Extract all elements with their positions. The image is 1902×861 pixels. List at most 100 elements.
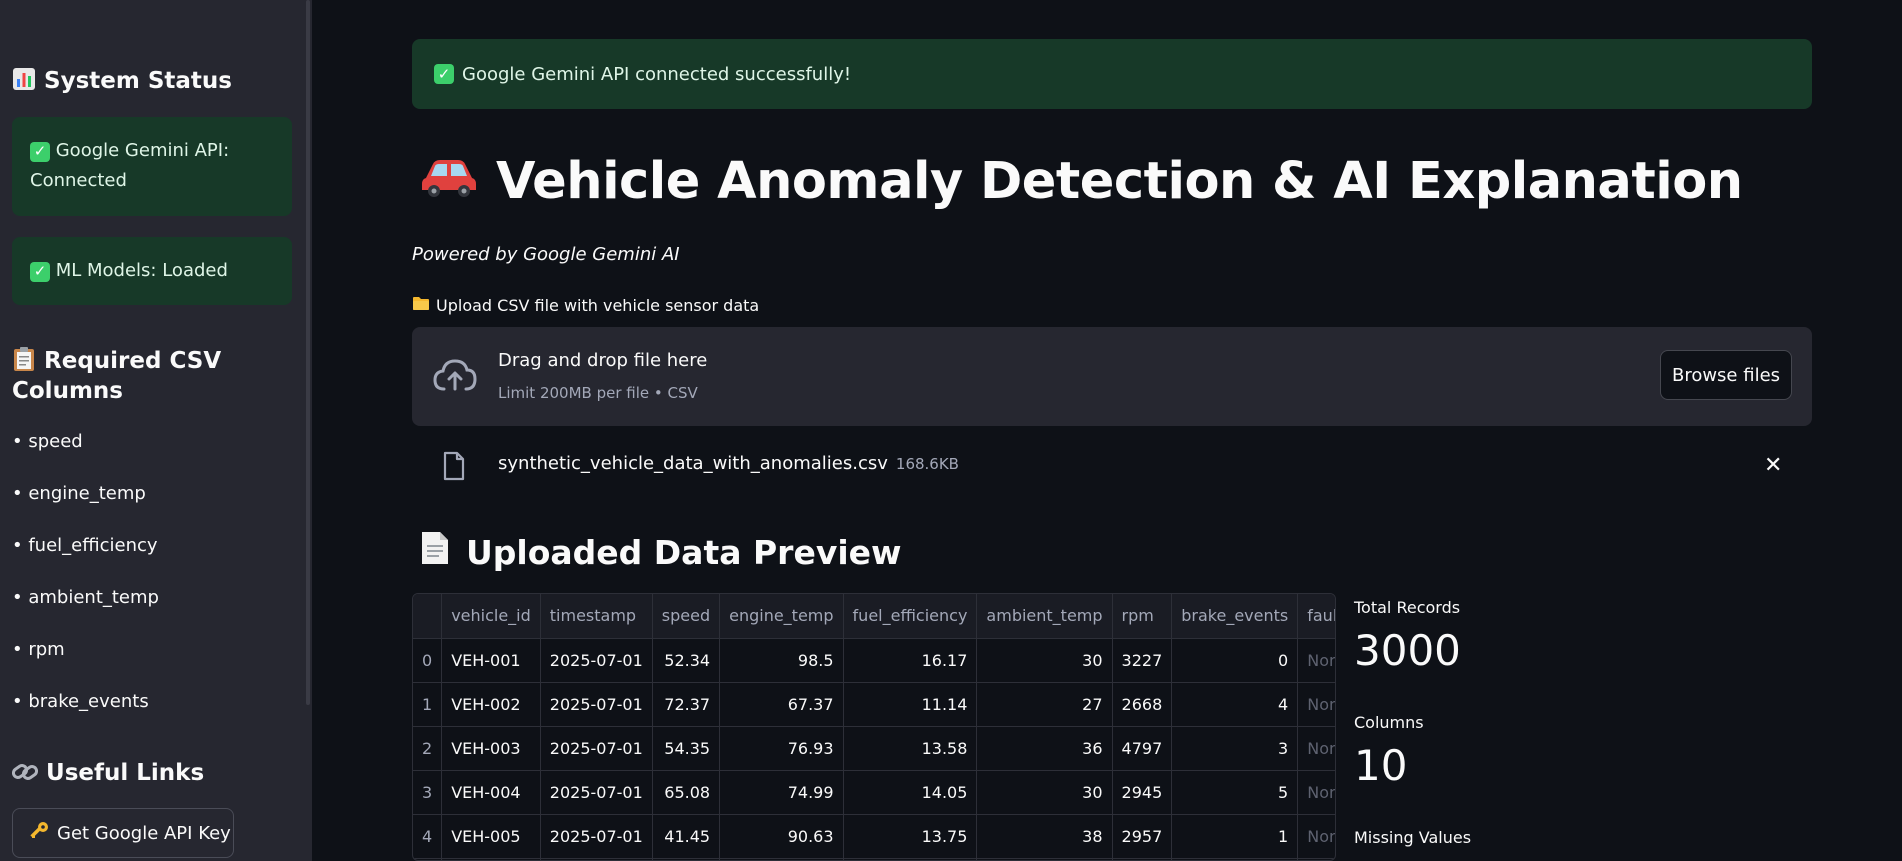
table-cell[interactable]: 2025-07-01 (540, 682, 653, 727)
cloud-upload-icon (432, 357, 478, 397)
table-cell[interactable]: 3 (1171, 726, 1299, 771)
row-index: 0 (413, 638, 443, 683)
table-cell[interactable]: 65.08 (652, 770, 721, 815)
table-cell[interactable]: 1 (1171, 814, 1299, 859)
row-index: 2 (413, 726, 443, 771)
check-icon: ✓ (434, 64, 454, 84)
table-cell[interactable]: 38 (976, 814, 1113, 859)
table-cell[interactable]: 2668 (1112, 682, 1173, 727)
table-cell[interactable]: 41.45 (652, 814, 721, 859)
upload-label-text: Upload CSV file with vehicle sensor data (436, 296, 760, 315)
metric-columns-label: Columns (1354, 713, 1424, 732)
close-icon[interactable]: ✕ (1764, 453, 1782, 478)
folder-icon (412, 296, 430, 315)
table-cell[interactable]: 98.5 (719, 638, 844, 683)
table-cell[interactable]: 0 (1171, 638, 1299, 683)
table-cell[interactable]: 52.34 (652, 638, 721, 683)
column-item: • rpm (12, 639, 65, 660)
table-row[interactable]: 3 VEH-004 2025-07-01 65.08 74.99 14.05 3… (413, 770, 1335, 815)
required-columns-title: Required CSV Columns (12, 348, 222, 404)
table-cell[interactable]: None (1297, 682, 1335, 727)
table-cell[interactable]: 13.75 (843, 814, 978, 859)
file-dropzone[interactable]: Drag and drop file here Limit 200MB per … (412, 327, 1812, 426)
file-size: 168.6KB (895, 455, 959, 473)
column-header[interactable]: brake_events (1171, 594, 1299, 639)
success-message: Google Gemini API connected successfully… (462, 63, 852, 85)
check-icon: ✓ (30, 261, 50, 282)
page-title-text: Vehicle Anomaly Detection & AI Explanati… (496, 152, 1743, 211)
upload-label: Upload CSV file with vehicle sensor data (412, 296, 759, 315)
column-item: • speed (12, 431, 83, 452)
table-row[interactable]: 2 VEH-003 2025-07-01 54.35 76.93 13.58 3… (413, 726, 1335, 771)
table-cell[interactable]: VEH-001 (441, 638, 541, 683)
page-subtitle: Powered by Google Gemini AI (412, 244, 680, 265)
get-api-key-label: Get Google API Key (57, 822, 231, 844)
table-header-row: vehicle_id timestamp speed engine_temp f… (413, 594, 1335, 639)
column-header[interactable] (413, 594, 443, 639)
table-cell[interactable]: None (1297, 770, 1335, 815)
column-header[interactable]: ambient_temp (976, 594, 1113, 639)
metric-missing-values-label: Missing Values (1354, 828, 1472, 847)
ml-models-label: ML Models: Loaded (55, 260, 228, 281)
table-cell[interactable]: 76.93 (719, 726, 844, 771)
table-cell[interactable]: 27 (976, 682, 1113, 727)
table-cell[interactable]: 30 (976, 770, 1113, 815)
table-cell[interactable]: 74.99 (719, 770, 844, 815)
table-cell[interactable]: 36 (976, 726, 1113, 771)
metric-columns-value: 10 (1354, 741, 1408, 790)
table-cell[interactable]: 13.58 (843, 726, 978, 771)
column-header[interactable]: engine_temp (719, 594, 844, 639)
table-cell[interactable]: 4797 (1112, 726, 1173, 771)
table-cell[interactable]: 2945 (1112, 770, 1173, 815)
table-row[interactable]: 1 VEH-002 2025-07-01 72.37 67.37 11.14 2… (413, 682, 1335, 727)
key-icon (29, 821, 49, 846)
ml-models-alert: ✓ ML Models: Loaded (12, 237, 292, 305)
column-header[interactable]: timestamp (540, 594, 653, 639)
preview-title: Uploaded Data Preview (466, 532, 902, 572)
column-header[interactable]: speed (652, 594, 721, 639)
table-cell[interactable]: 30 (976, 638, 1113, 683)
table-row[interactable]: 4 VEH-005 2025-07-01 41.45 90.63 13.75 3… (413, 814, 1335, 859)
bar-chart-icon (12, 66, 36, 96)
table-cell[interactable]: 11.14 (843, 682, 978, 727)
table-cell[interactable]: 5 (1171, 770, 1299, 815)
table-cell[interactable]: None (1297, 726, 1335, 771)
check-icon: ✓ (30, 141, 50, 162)
column-item: • ambient_temp (12, 587, 159, 608)
column-header[interactable]: fault (1297, 594, 1335, 639)
column-header[interactable]: rpm (1112, 594, 1173, 639)
sidebar-scrollbar[interactable] (306, 0, 310, 705)
metric-total-records-value: 3000 (1354, 626, 1461, 675)
table-cell[interactable]: 4 (1171, 682, 1299, 727)
table-cell[interactable]: 2025-07-01 (540, 814, 653, 859)
get-api-key-button[interactable]: Get Google API Key (12, 808, 234, 858)
table-cell[interactable]: 90.63 (719, 814, 844, 859)
table-cell[interactable]: 2025-07-01 (540, 770, 653, 815)
table-row[interactable]: 0 VEH-001 2025-07-01 52.34 98.5 16.17 30… (413, 638, 1335, 683)
column-header[interactable]: fuel_efficiency (843, 594, 978, 639)
table-cell[interactable]: 2957 (1112, 814, 1173, 859)
gemini-status-label: Google Gemini API: Connected (30, 140, 230, 191)
table-cell[interactable]: None (1297, 638, 1335, 683)
table-cell[interactable]: 2025-07-01 (540, 726, 653, 771)
table-cell[interactable]: VEH-003 (441, 726, 541, 771)
table-cell[interactable]: VEH-005 (441, 814, 541, 859)
row-index: 3 (413, 770, 443, 815)
table-cell[interactable]: 67.37 (719, 682, 844, 727)
table-cell[interactable]: 3227 (1112, 638, 1173, 683)
table-cell[interactable]: None (1297, 814, 1335, 859)
table-cell[interactable]: VEH-002 (441, 682, 541, 727)
column-item: • fuel_efficiency (12, 535, 158, 556)
table-cell[interactable]: VEH-004 (441, 770, 541, 815)
dropzone-limit: Limit 200MB per file • CSV (498, 384, 698, 402)
browse-files-button[interactable]: Browse files (1660, 350, 1792, 400)
column-header[interactable]: vehicle_id (441, 594, 541, 639)
table-cell[interactable]: 72.37 (652, 682, 721, 727)
preview-heading: Uploaded Data Preview (420, 530, 902, 574)
table-cell[interactable]: 14.05 (843, 770, 978, 815)
table-cell[interactable]: 2025-07-01 (540, 638, 653, 683)
data-preview-table[interactable]: vehicle_id timestamp speed engine_temp f… (412, 593, 1336, 861)
table-cell[interactable]: 54.35 (652, 726, 721, 771)
car-icon (420, 152, 478, 211)
table-cell[interactable]: 16.17 (843, 638, 978, 683)
